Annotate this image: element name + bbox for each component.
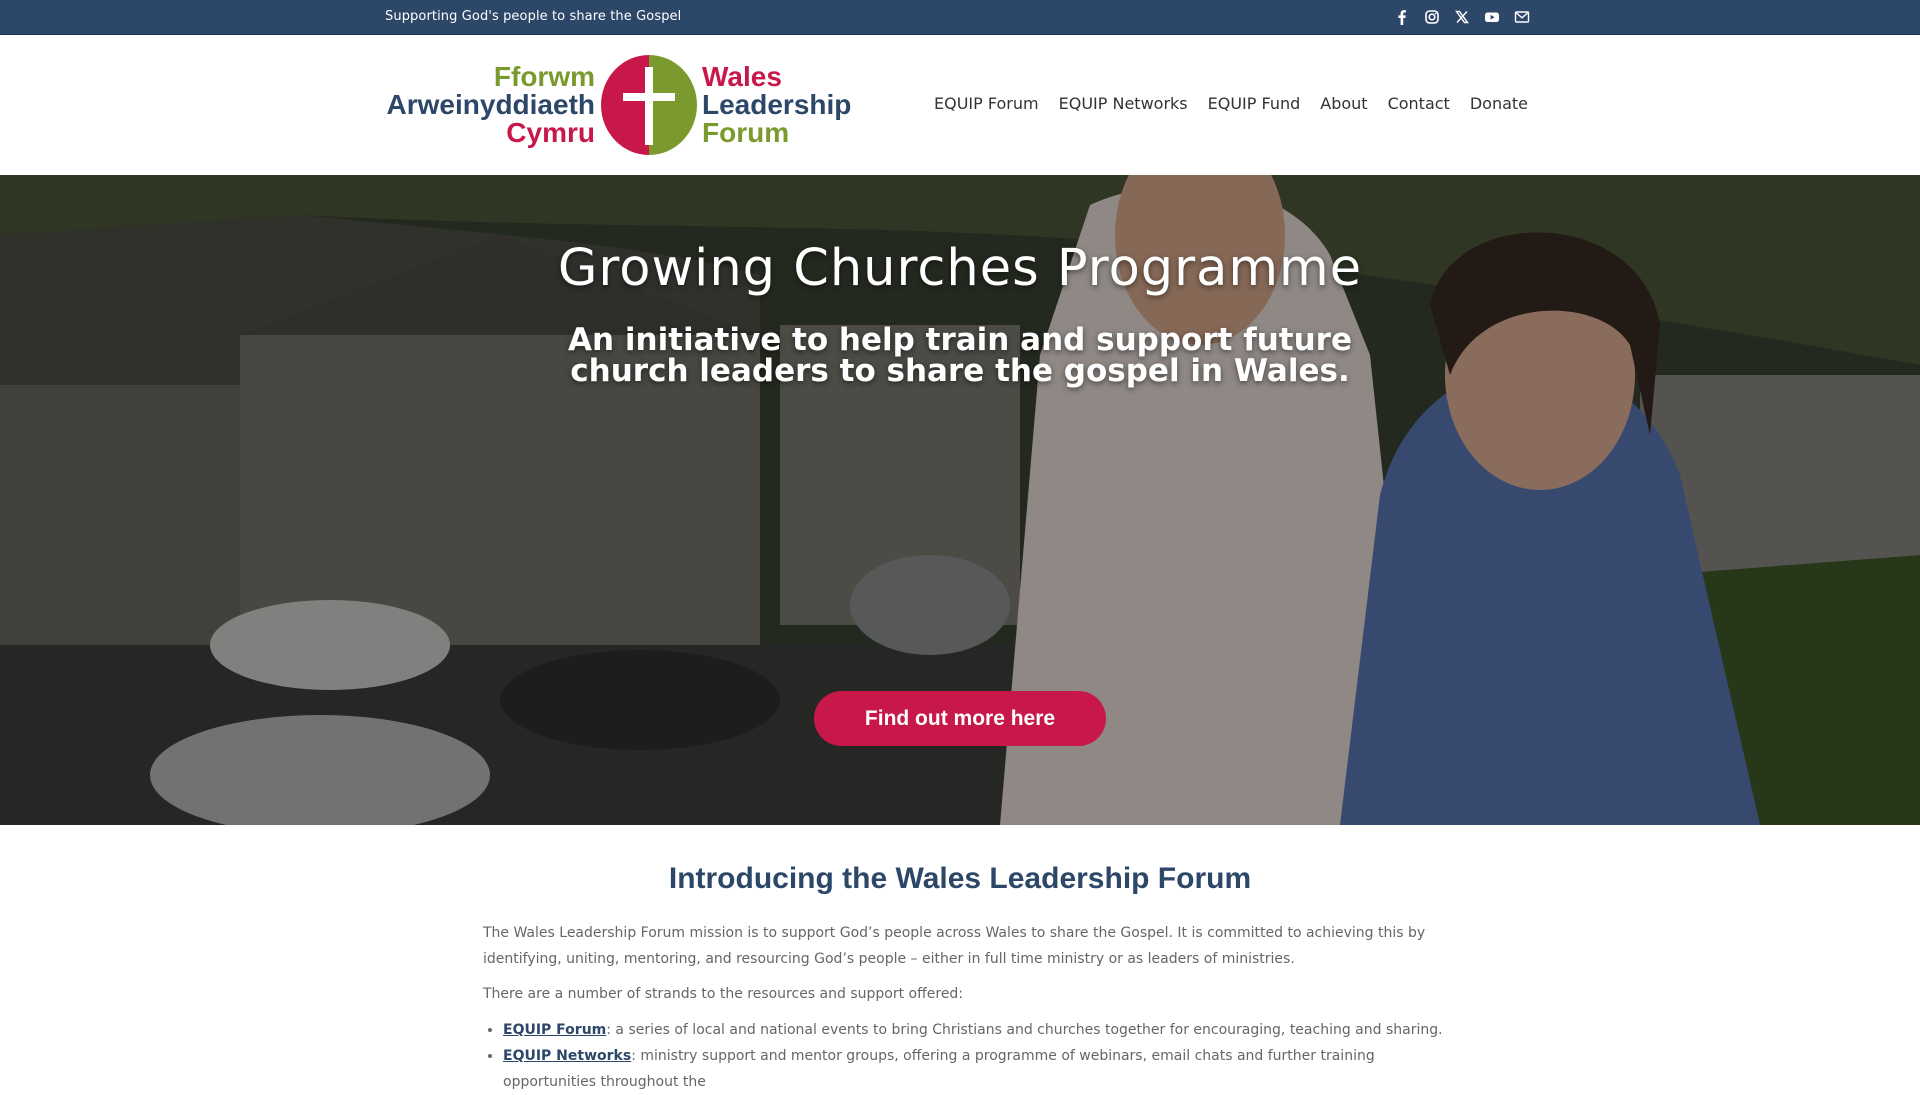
facebook-icon[interactable] <box>1394 8 1410 26</box>
main-nav: EQUIP Forum EQUIP Networks EQUIP Fund Ab… <box>934 94 1528 113</box>
logo-english-line: Forum <box>702 117 790 148</box>
list-item: EQUIP Networks: ministry support and men… <box>503 1043 1443 1095</box>
list-item: EQUIP Forum: a series of local and natio… <box>503 1017 1443 1043</box>
nav-equip-fund[interactable]: EQUIP Fund <box>1208 94 1301 113</box>
email-icon[interactable] <box>1514 8 1530 26</box>
site-tagline: Supporting God's people to share the Gos… <box>385 9 682 24</box>
nav-donate[interactable]: Donate <box>1470 94 1528 113</box>
logo-english-line: Wales <box>702 61 782 92</box>
nav-about[interactable]: About <box>1320 94 1367 113</box>
nav-equip-forum[interactable]: EQUIP Forum <box>934 94 1039 113</box>
top-bar: Supporting God's people to share the Gos… <box>0 0 1920 35</box>
intro-paragraph: The Wales Leadership Forum mission is to… <box>483 925 1426 967</box>
logo-english-text: Wales Leadership Forum <box>702 63 862 147</box>
intro-heading: Introducing the Wales Leadership Forum <box>668 862 1252 895</box>
strands-list: EQUIP Forum: a series of local and natio… <box>503 1017 1443 1095</box>
nav-equip-networks[interactable]: EQUIP Networks <box>1059 94 1188 113</box>
logo-welsh-line: Arweinyddiaeth <box>386 89 595 120</box>
cross-emblem-icon <box>601 55 697 155</box>
instagram-icon[interactable] <box>1424 8 1440 26</box>
equip-forum-link[interactable]: EQUIP Forum <box>503 1022 606 1038</box>
hero-banner: Growing Churches Programme An initiative… <box>0 175 1920 825</box>
site-header: Fforwm Arweinyddiaeth Cymru Wales Leader… <box>0 35 1920 175</box>
strand-description: : a series of local and national events … <box>606 1022 1443 1038</box>
strand-description: : ministry support and mentor groups, of… <box>503 1048 1375 1090</box>
logo-welsh-text: Fforwm Arweinyddiaeth Cymru <box>385 63 595 147</box>
logo-welsh-line: Fforwm <box>493 61 595 92</box>
equip-networks-link[interactable]: EQUIP Networks <box>503 1048 631 1064</box>
intro-section: Introducing the Wales Leadership Forum T… <box>0 825 1920 1090</box>
social-links <box>1394 8 1530 26</box>
site-logo[interactable]: Fforwm Arweinyddiaeth Cymru Wales Leader… <box>385 53 851 157</box>
hero-subtitle: An initiative to help train and support … <box>568 322 1352 389</box>
logo-english-line: Leadership <box>702 89 852 120</box>
x-icon[interactable] <box>1454 8 1470 26</box>
hero-title: Growing Churches Programme <box>557 239 1363 298</box>
youtube-icon[interactable] <box>1484 8 1500 26</box>
nav-contact[interactable]: Contact <box>1388 94 1450 113</box>
find-out-more-button[interactable]: Find out more here <box>814 691 1106 746</box>
intro-paragraph: There are a number of strands to the res… <box>483 986 964 1002</box>
logo-welsh-line: Cymru <box>506 117 595 148</box>
